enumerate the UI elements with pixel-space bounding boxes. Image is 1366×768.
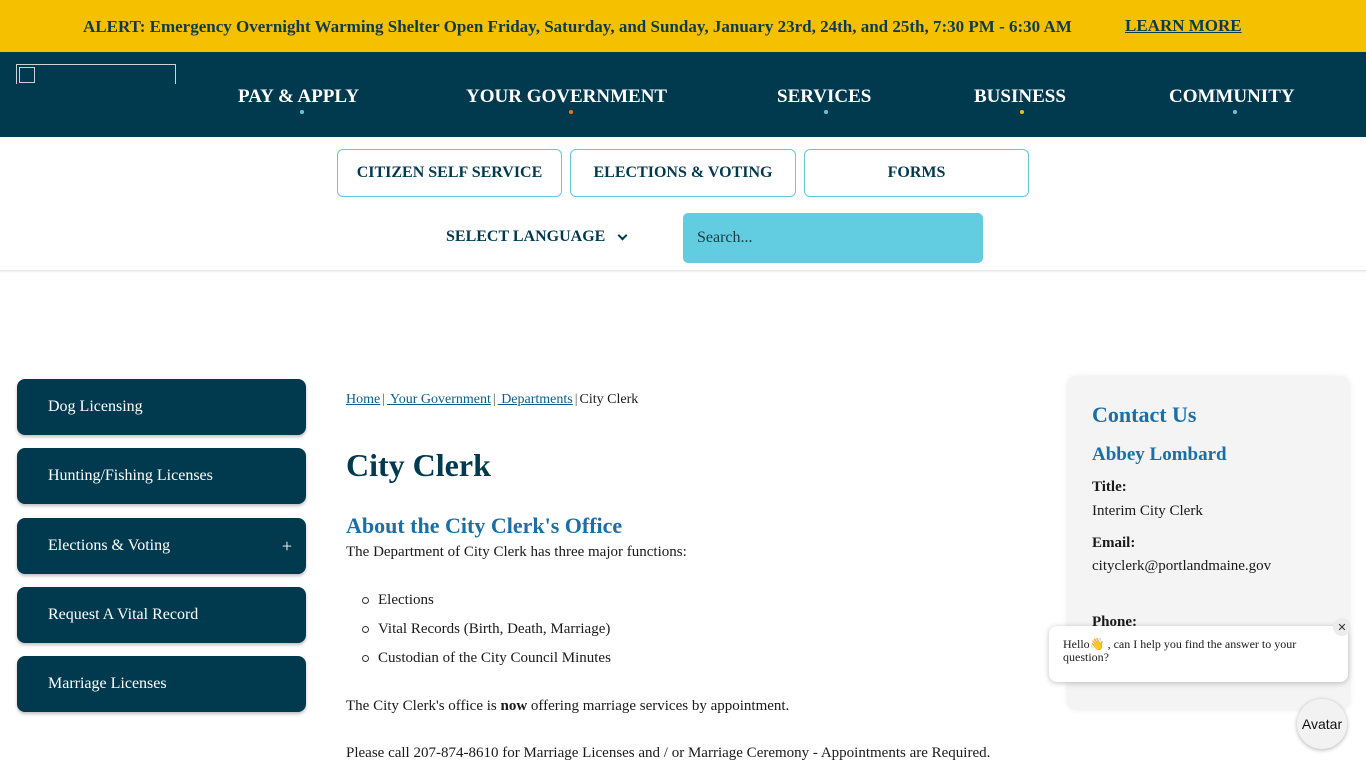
breadcrumb-separator: | xyxy=(492,392,496,407)
sidebar-item-label: Elections & Voting xyxy=(48,537,171,554)
page-title: City Clerk xyxy=(346,447,491,483)
breadcrumb: Home | Your Government | Departments | City … xyxy=(346,392,638,408)
forms-button[interactable]: FORMS xyxy=(804,149,1029,197)
city-logo[interactable] xyxy=(16,64,176,84)
sidebar-item-elections-voting[interactable]: Elections & Voting + xyxy=(17,518,306,574)
breadcrumb-current: City Clerk xyxy=(579,392,639,407)
chat-greeting-bubble[interactable]: Hello👋 , can I help you find the answer … xyxy=(1049,626,1348,682)
sidebar-item-dog-licensing[interactable]: Dog Licensing xyxy=(17,379,306,435)
chevron-down-icon xyxy=(617,230,628,240)
sidebar-item-hunting-fishing[interactable]: Hunting/Fishing Licenses xyxy=(17,448,306,504)
breadcrumb-departments[interactable]: Departments xyxy=(498,392,573,407)
main-navigation: PAY & APPLY YOUR GOVERNMENT SERVICES BUS… xyxy=(0,52,1366,137)
nav-indicator-dot xyxy=(300,110,304,114)
nav-indicator-dot xyxy=(569,110,573,114)
nav-community[interactable]: COMMUNITY xyxy=(1169,86,1295,108)
contact-title-value: Interim City Clerk xyxy=(1092,503,1203,519)
list-item: Elections xyxy=(362,591,611,620)
marriage-services-text: The City Clerk's office is now offering … xyxy=(346,698,789,715)
call-instructions-text: Please call 207-874-8610 for Marriage Li… xyxy=(346,745,991,761)
language-select[interactable]: SELECT LANGUAGE xyxy=(446,228,628,246)
nav-services[interactable]: SERVICES xyxy=(777,86,871,108)
chat-avatar-button[interactable]: Avatar xyxy=(1297,699,1347,749)
sidebar-item-label: Dog Licensing xyxy=(48,398,143,415)
text-fragment: The City Clerk's office is xyxy=(346,698,501,714)
language-select-label: SELECT LANGUAGE xyxy=(446,228,606,245)
search-input[interactable] xyxy=(683,213,983,263)
nav-indicator-dot xyxy=(824,110,828,114)
sidebar-item-marriage-licenses[interactable]: Marriage Licenses xyxy=(17,656,306,712)
citizen-self-service-button[interactable]: CITIZEN SELF SERVICE xyxy=(337,149,562,197)
sidebar-item-label: Marriage Licenses xyxy=(48,675,167,692)
sidebar-item-label: Hunting/Fishing Licenses xyxy=(48,467,213,484)
functions-list: Elections Vital Records (Birth, Death, M… xyxy=(362,591,611,678)
close-icon[interactable]: ✕ xyxy=(1333,618,1351,636)
breadcrumb-separator: | xyxy=(574,392,578,407)
elections-voting-button[interactable]: ELECTIONS & VOTING xyxy=(570,149,796,197)
list-item: Vital Records (Birth, Death, Marriage) xyxy=(362,620,611,649)
nav-business[interactable]: BUSINESS xyxy=(974,86,1066,108)
emphasis-now: now xyxy=(500,698,528,714)
contact-name: Abbey Lombard xyxy=(1092,444,1227,465)
section-title: About the City Clerk's Office xyxy=(346,513,623,538)
nav-pay-apply[interactable]: PAY & APPLY xyxy=(238,86,359,108)
list-item: Custodian of the City Council Minutes xyxy=(362,649,611,678)
breadcrumb-your-government[interactable]: Your Government xyxy=(387,392,491,407)
sidebar-item-label: Request A Vital Record xyxy=(48,606,199,623)
nav-indicator-dot xyxy=(1020,110,1024,114)
header-divider xyxy=(0,270,1366,273)
contact-heading: Contact Us xyxy=(1092,402,1197,427)
nav-indicator-dot xyxy=(1233,110,1237,114)
contact-email-label: Email: xyxy=(1092,535,1136,551)
alert-text: ALERT: Emergency Overnight Warming Shelt… xyxy=(83,17,1072,36)
contact-title-label: Title: xyxy=(1092,479,1127,495)
contact-email-link[interactable]: cityclerk@portlandmaine.gov xyxy=(1092,558,1271,575)
expand-plus-icon[interactable]: + xyxy=(282,536,292,557)
alert-bar: ALERT: Emergency Overnight Warming Shelt… xyxy=(0,0,1366,52)
text-fragment: offering marriage services by appointmen… xyxy=(527,698,790,714)
breadcrumb-separator: | xyxy=(382,392,386,407)
breadcrumb-home[interactable]: Home xyxy=(346,392,380,407)
learn-more-link[interactable]: LEARN MORE xyxy=(1125,16,1242,36)
nav-your-government[interactable]: YOUR GOVERNMENT xyxy=(466,86,667,108)
intro-text: The Department of City Clerk has three m… xyxy=(346,544,687,560)
sidebar-item-vital-record[interactable]: Request A Vital Record xyxy=(17,587,306,643)
